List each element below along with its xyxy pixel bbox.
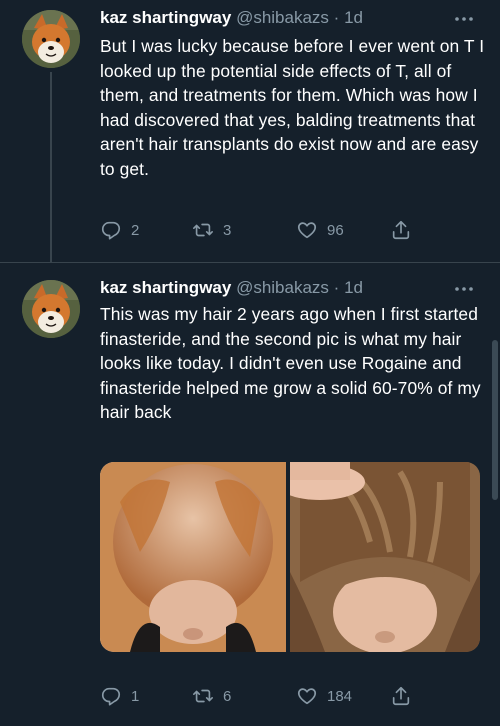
timestamp[interactable]: 1d (344, 8, 363, 27)
tweet-text: But I was lucky because before I ever we… (100, 36, 485, 179)
reply-count: 2 (131, 221, 140, 239)
share-icon (392, 686, 410, 706)
separator: · (333, 278, 340, 297)
retweet-icon (193, 689, 213, 703)
tweet-actions: 1 6 184 (100, 684, 430, 708)
more-icon[interactable] (454, 10, 474, 22)
like-button[interactable]: 184 (296, 684, 352, 708)
more-icon[interactable] (454, 280, 474, 292)
tweet-header: kaz shartingway @shibakazs · 1d (100, 8, 363, 28)
reply-icon (101, 687, 121, 706)
author-name[interactable]: kaz shartingway (100, 8, 231, 27)
like-count: 96 (327, 221, 344, 239)
like-button[interactable]: 96 (296, 218, 344, 242)
author-handle[interactable]: @shibakazs (236, 278, 329, 297)
avatar[interactable] (22, 280, 80, 338)
retweet-count: 6 (223, 687, 232, 705)
retweet-icon (193, 223, 213, 237)
reply-icon (101, 221, 121, 240)
like-count: 184 (327, 687, 353, 705)
media-grid (100, 462, 480, 652)
author-name[interactable]: kaz shartingway (100, 278, 231, 297)
avatar[interactable] (22, 10, 80, 68)
tweet-text: This was my hair 2 years ago when I firs… (100, 304, 481, 423)
share-button[interactable] (390, 684, 412, 708)
reply-count: 1 (131, 687, 140, 705)
heart-icon (297, 688, 317, 705)
reply-button[interactable]: 1 (100, 684, 139, 708)
separator: · (333, 8, 340, 27)
photo-before[interactable] (100, 462, 286, 652)
tweet-header: kaz shartingway @shibakazs · 1d (100, 278, 363, 298)
retweet-button[interactable]: 3 (192, 218, 231, 242)
tweet-actions: 2 3 96 (100, 218, 430, 242)
share-button[interactable] (390, 218, 412, 242)
reply-button[interactable]: 2 (100, 218, 139, 242)
share-icon (392, 220, 410, 240)
retweet-count: 3 (223, 221, 232, 239)
timestamp[interactable]: 1d (344, 278, 363, 297)
retweet-button[interactable]: 6 (192, 684, 231, 708)
tweet[interactable]: kaz shartingway @shibakazs · 1d This was… (0, 262, 500, 726)
author-handle[interactable]: @shibakazs (236, 8, 329, 27)
scrollbar[interactable] (492, 340, 498, 500)
photo-after[interactable] (275, 462, 480, 652)
thread-line (50, 72, 52, 262)
heart-icon (297, 222, 317, 239)
tweet[interactable]: kaz shartingway @shibakazs · 1d But I wa… (0, 0, 500, 262)
